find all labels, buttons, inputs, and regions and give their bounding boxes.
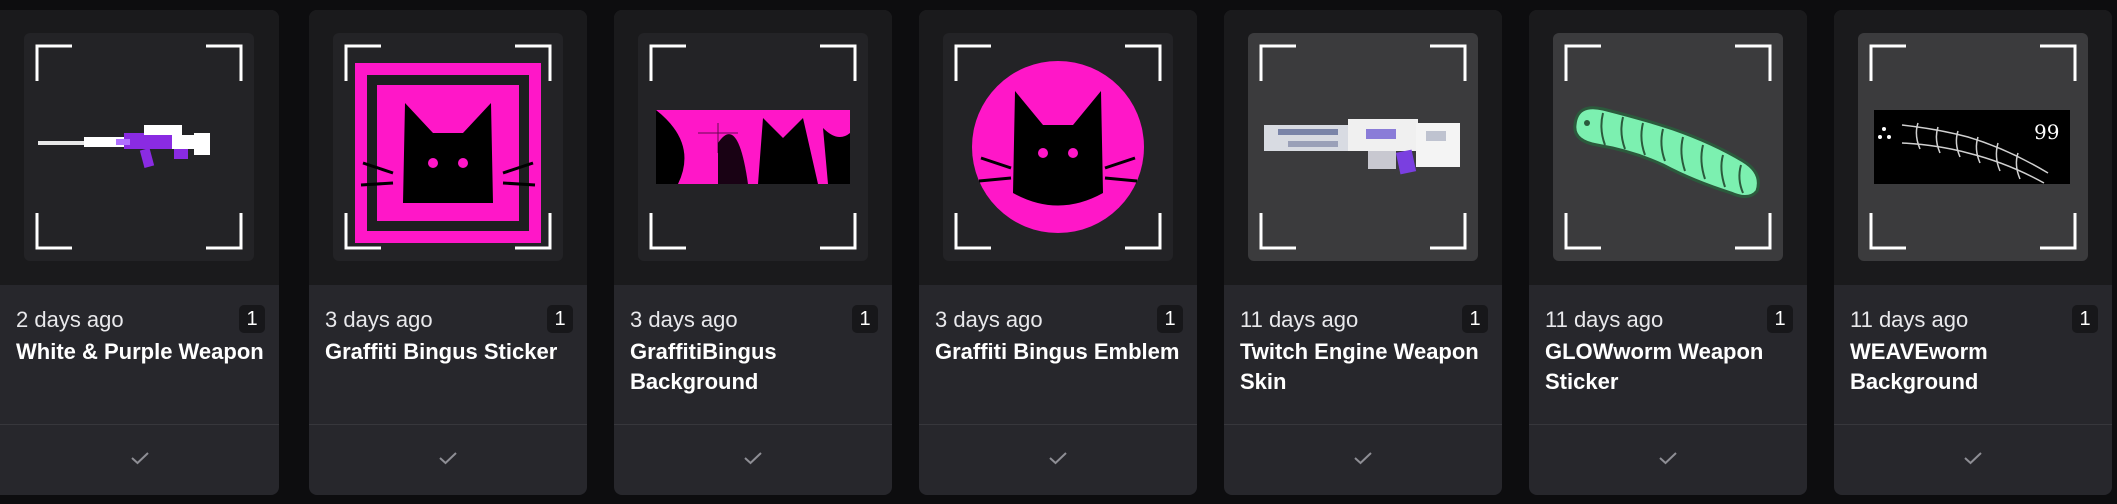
twitch-engine-weapon-image bbox=[1259, 44, 1467, 250]
acquired-time: 2 days ago bbox=[16, 307, 124, 332]
select-footer[interactable] bbox=[1834, 424, 2112, 495]
badge-number: 99 bbox=[2034, 120, 2059, 144]
item-name: GLOWworm Weapon Sticker bbox=[1545, 339, 1764, 394]
check-icon bbox=[439, 452, 457, 465]
select-footer[interactable] bbox=[309, 424, 587, 495]
thumbnail bbox=[1248, 33, 1478, 261]
card-media bbox=[614, 10, 892, 285]
quantity-badge: 1 bbox=[852, 305, 878, 333]
check-icon bbox=[1964, 452, 1982, 465]
card-meta: 2 days ago 1 White & Purple Weapon bbox=[0, 285, 279, 433]
acquired-time: 11 days ago bbox=[1850, 307, 1969, 332]
card-meta: 3 days ago 1 Graffiti Bingus Emblem bbox=[919, 285, 1197, 433]
select-footer[interactable] bbox=[1224, 424, 1502, 495]
check-icon bbox=[744, 452, 762, 465]
graffiti-bingus-sticker-image bbox=[344, 44, 552, 250]
item-name: Graffiti Bingus Emblem bbox=[935, 339, 1180, 364]
quantity-badge: 1 bbox=[1157, 305, 1183, 333]
card-meta: 3 days ago 1 GraffitiBingus Background bbox=[614, 285, 892, 433]
reward-card[interactable]: 3 days ago 1 GraffitiBingus Background bbox=[614, 10, 892, 495]
white-purple-rifle-image bbox=[35, 44, 243, 250]
reward-card[interactable]: 3 days ago 1 Graffiti Bingus Emblem bbox=[919, 10, 1197, 495]
select-footer[interactable] bbox=[919, 424, 1197, 495]
item-name: GraffitiBingus Background bbox=[630, 339, 777, 394]
reward-card[interactable]: 99 11 days ago 1 WEAVEworm Background bbox=[1834, 10, 2112, 495]
item-name: Graffiti Bingus Sticker bbox=[325, 339, 558, 364]
reward-card[interactable]: 11 days ago 1 Twitch Engine Weapon Skin bbox=[1224, 10, 1502, 495]
acquired-time: 3 days ago bbox=[630, 307, 738, 332]
thumbnail bbox=[24, 33, 254, 261]
card-media bbox=[919, 10, 1197, 285]
card-meta: 11 days ago 1 Twitch Engine Weapon Skin bbox=[1224, 285, 1502, 433]
thumbnail bbox=[638, 33, 868, 261]
glowworm-sticker-image bbox=[1564, 44, 1772, 250]
quantity-badge: 1 bbox=[2072, 305, 2098, 333]
check-icon bbox=[130, 452, 149, 465]
acquired-time: 11 days ago bbox=[1240, 307, 1359, 332]
weaveworm-background-image: 99 bbox=[1869, 44, 2077, 250]
check-icon bbox=[1354, 452, 1372, 465]
card-meta: 11 days ago 1 WEAVEworm Background bbox=[1834, 285, 2112, 433]
reward-card[interactable]: 11 days ago 1 GLOWworm Weapon Sticker bbox=[1529, 10, 1807, 495]
card-meta: 11 days ago 1 GLOWworm Weapon Sticker bbox=[1529, 285, 1807, 433]
acquired-time: 3 days ago bbox=[325, 307, 433, 332]
item-name: Twitch Engine Weapon Skin bbox=[1240, 339, 1479, 394]
select-footer[interactable] bbox=[1529, 424, 1807, 495]
quantity-badge: 1 bbox=[547, 305, 573, 333]
card-media bbox=[1224, 10, 1502, 285]
rewards-row: 2 days ago 1 White & Purple Weapon 3 day… bbox=[0, 0, 2117, 504]
card-media: 99 bbox=[1834, 10, 2112, 285]
card-meta: 3 days ago 1 Graffiti Bingus Sticker bbox=[309, 285, 587, 433]
card-media bbox=[309, 10, 587, 285]
item-name: WEAVEworm Background bbox=[1850, 339, 1988, 394]
select-footer[interactable] bbox=[614, 424, 892, 495]
acquired-time: 3 days ago bbox=[935, 307, 1043, 332]
item-name: White & Purple Weapon bbox=[16, 339, 264, 364]
quantity-badge: 1 bbox=[239, 305, 265, 333]
quantity-badge: 1 bbox=[1767, 305, 1793, 333]
thumbnail: 99 bbox=[1858, 33, 2088, 261]
reward-card[interactable]: 2 days ago 1 White & Purple Weapon bbox=[0, 10, 279, 495]
check-icon bbox=[1049, 452, 1067, 465]
check-icon bbox=[1659, 452, 1677, 465]
card-media bbox=[1529, 10, 1807, 285]
reward-card[interactable]: 3 days ago 1 Graffiti Bingus Sticker bbox=[309, 10, 587, 495]
card-media bbox=[0, 10, 279, 285]
graffiti-bingus-background-image bbox=[649, 44, 857, 250]
graffiti-bingus-emblem-image bbox=[954, 44, 1162, 250]
select-footer[interactable] bbox=[0, 424, 279, 495]
acquired-time: 11 days ago bbox=[1545, 307, 1664, 332]
thumbnail bbox=[333, 33, 563, 261]
thumbnail bbox=[943, 33, 1173, 261]
quantity-badge: 1 bbox=[1462, 305, 1488, 333]
thumbnail bbox=[1553, 33, 1783, 261]
